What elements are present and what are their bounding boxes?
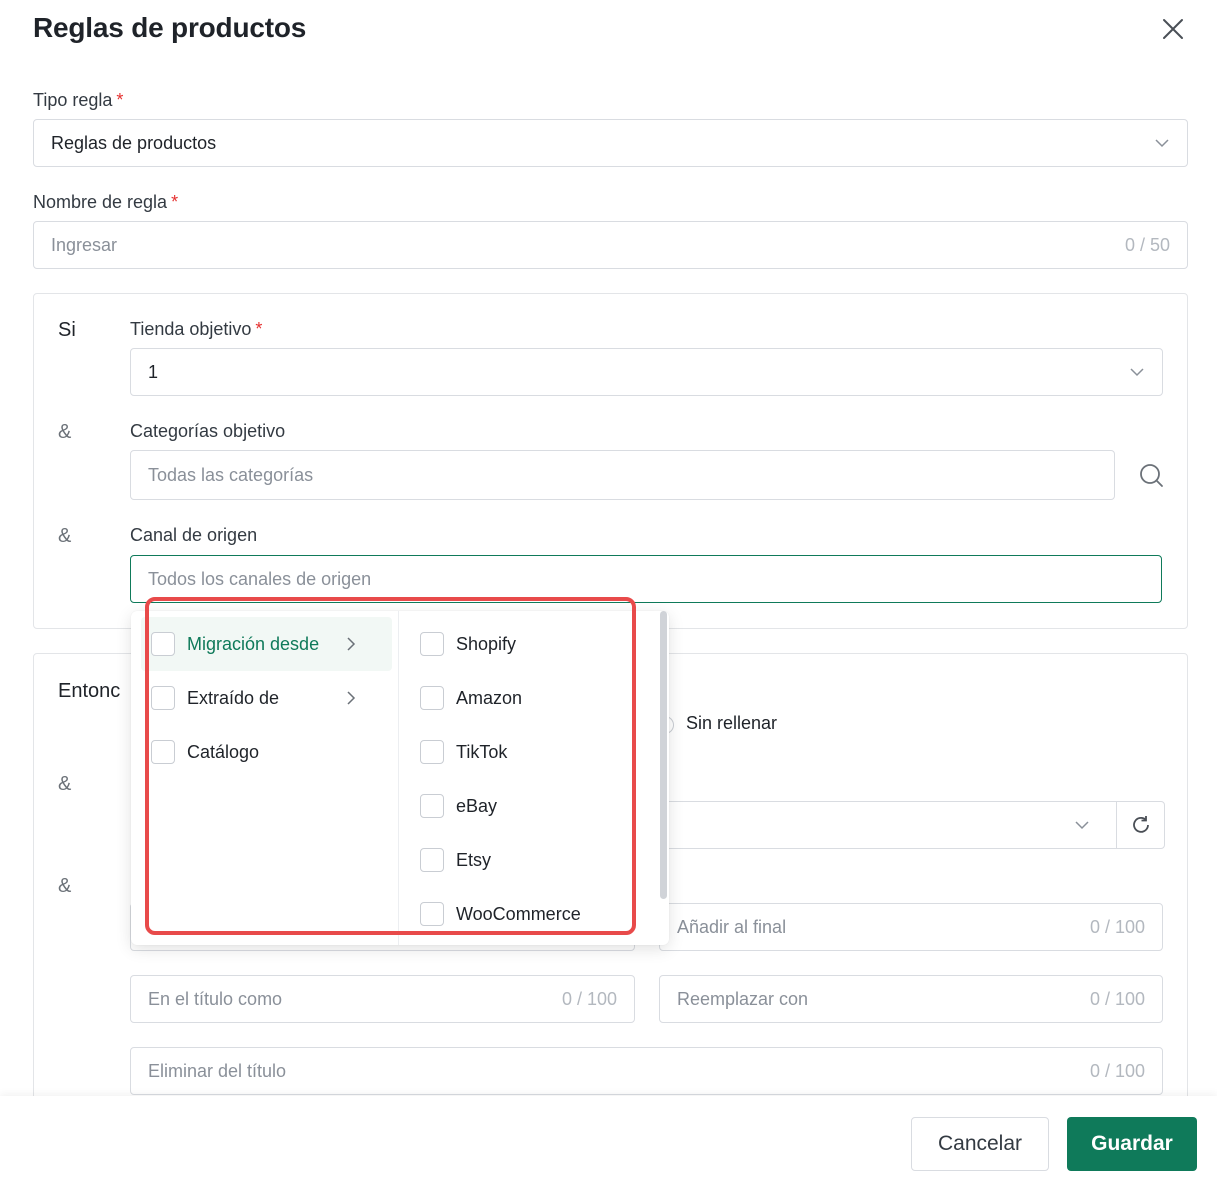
save-button[interactable]: Guardar: [1067, 1117, 1197, 1171]
target-categories-placeholder: Todas las categorías: [148, 464, 314, 485]
cascader-option-extracted[interactable]: Extraído de: [141, 671, 392, 725]
cascader-option-catalog[interactable]: Catálogo: [141, 725, 392, 779]
and-symbol: &: [58, 875, 72, 897]
then-word: Entonc: [58, 680, 121, 702]
cascader-option-shopify[interactable]: Shopify: [410, 617, 652, 671]
option-label: Catálogo: [187, 741, 260, 762]
rule-type-value: Reglas de productos: [51, 132, 217, 153]
target-store-label: Tienda objetivo *: [130, 319, 262, 340]
rule-name-label-text: Nombre de regla: [33, 192, 168, 212]
refresh-icon: [1132, 816, 1149, 833]
then-select[interactable]: [630, 801, 1117, 849]
checkbox[interactable]: [420, 794, 444, 818]
and-symbol: &: [58, 525, 72, 547]
search-icon[interactable]: [1136, 460, 1166, 490]
checkbox[interactable]: [420, 902, 444, 926]
char-counter: 0 / 100: [1089, 916, 1145, 937]
title-as-placeholder: En el título como: [148, 988, 283, 1009]
and-symbol: &: [58, 773, 72, 795]
cascader-option-ebay[interactable]: eBay: [410, 779, 652, 833]
rule-type-select[interactable]: Reglas de productos: [33, 119, 1188, 167]
chevron-down-icon: [1155, 139, 1169, 148]
source-channel-input[interactable]: Todos los canales de origen: [130, 555, 1162, 603]
if-word: Si: [58, 319, 76, 341]
source-channel-dropdown: Migración desde Extraído de Catálogo Sho…: [131, 611, 669, 945]
and-symbol: &: [58, 421, 72, 443]
option-label: eBay: [456, 795, 498, 816]
chevron-right-icon: [347, 691, 356, 705]
checkbox[interactable]: [420, 686, 444, 710]
cascader-option-etsy[interactable]: Etsy: [410, 833, 652, 887]
required-mark: *: [171, 192, 179, 212]
option-label: Shopify: [456, 633, 517, 654]
option-label: WooCommerce: [456, 903, 581, 924]
append-end-placeholder: Añadir al final: [677, 916, 787, 937]
checkbox[interactable]: [151, 740, 175, 764]
chevron-down-icon: [1075, 821, 1089, 830]
replace-with-input[interactable]: Reemplazar con 0 / 100: [659, 975, 1163, 1023]
cancel-button[interactable]: Cancelar: [911, 1117, 1049, 1171]
target-categories-label: Categorías objetivo: [130, 421, 286, 441]
option-label: Etsy: [456, 849, 492, 870]
option-label: TikTok: [456, 741, 508, 762]
checkbox[interactable]: [420, 632, 444, 656]
modal-title: Reglas de productos: [33, 12, 307, 43]
cascader-level-2: Shopify Amazon TikTok eBay Etsy WooComme…: [400, 611, 658, 945]
checkbox[interactable]: [151, 632, 175, 656]
checkbox[interactable]: [151, 686, 175, 710]
cascader-option-woocommerce[interactable]: WooCommerce: [410, 887, 652, 941]
cascader-option-migration[interactable]: Migración desde: [141, 617, 392, 671]
remove-title-placeholder: Eliminar del título: [148, 1060, 287, 1081]
target-store-select[interactable]: 1: [130, 348, 1163, 396]
close-icon[interactable]: [1160, 16, 1186, 42]
target-store-label-text: Tienda objetivo: [130, 319, 252, 339]
char-counter: 0 / 50: [1124, 234, 1170, 255]
checkbox[interactable]: [420, 740, 444, 764]
scrollbar-thumb[interactable]: [660, 611, 667, 899]
rule-name-label: Nombre de regla *: [33, 192, 178, 213]
option-label: Extraído de: [187, 687, 280, 708]
required-mark: *: [116, 90, 124, 110]
option-label: Migración desde: [187, 633, 320, 654]
chevron-down-icon: [1130, 368, 1144, 377]
cascader-option-amazon[interactable]: Amazon: [410, 671, 652, 725]
cascader-option-tiktok[interactable]: TikTok: [410, 725, 652, 779]
title-as-input[interactable]: En el título como 0 / 100: [130, 975, 635, 1023]
rule-type-label: Tipo regla *: [33, 90, 123, 111]
target-categories-input[interactable]: Todas las categorías: [130, 450, 1115, 500]
rule-name-input[interactable]: Ingresar 0 / 50: [33, 221, 1188, 269]
radio-label-unfilled: Sin rellenar: [686, 713, 778, 733]
append-end-input[interactable]: Añadir al final 0 / 100: [659, 903, 1163, 951]
option-label: Amazon: [456, 687, 523, 708]
rule-name-placeholder: Ingresar: [51, 234, 118, 255]
chevron-right-icon: [347, 637, 356, 651]
target-store-value: 1: [148, 361, 159, 382]
remove-title-input[interactable]: Eliminar del título 0 / 100: [130, 1047, 1163, 1095]
char-counter: 0 / 100: [561, 988, 617, 1009]
required-mark: *: [255, 319, 263, 339]
char-counter: 0 / 100: [1089, 988, 1145, 1009]
refresh-button[interactable]: [1116, 801, 1165, 849]
source-channel-label: Canal de origen: [130, 525, 258, 545]
char-counter: 0 / 100: [1089, 1060, 1145, 1081]
checkbox[interactable]: [420, 848, 444, 872]
source-channel-placeholder: Todos los canales de origen: [148, 568, 372, 589]
cascader-level-1: Migración desde Extraído de Catálogo: [131, 611, 399, 945]
replace-with-placeholder: Reemplazar con: [677, 988, 809, 1009]
rule-type-label-text: Tipo regla: [33, 90, 113, 110]
